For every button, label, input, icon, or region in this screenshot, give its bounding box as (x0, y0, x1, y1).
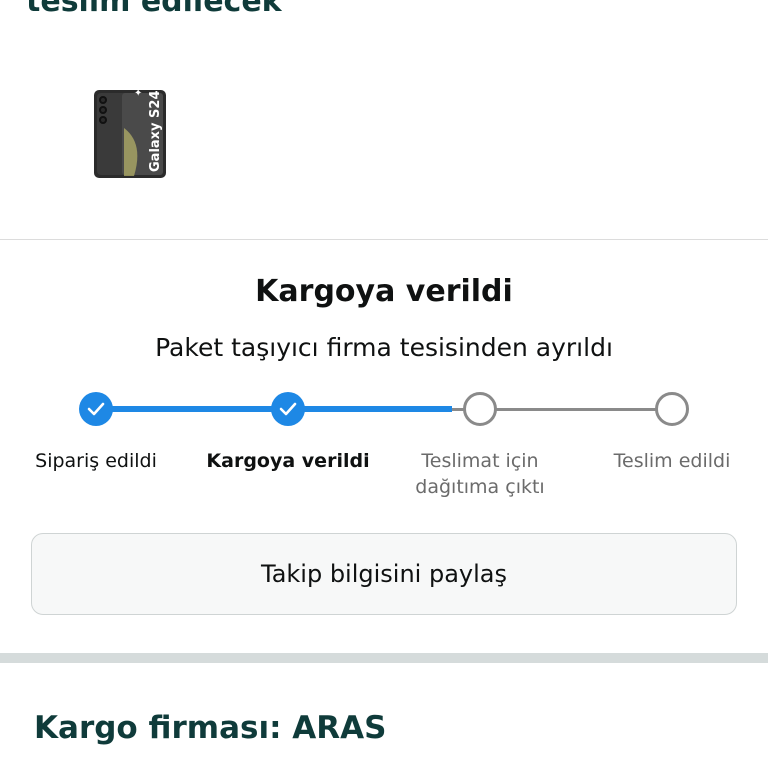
step-label-out-for-delivery: Teslimat için dağıtıma çıktı (415, 450, 545, 498)
device-label: Galaxy S24 (148, 90, 163, 172)
step-dot-delivered (655, 392, 689, 426)
phone-image: ✦ Galaxy S24 (94, 88, 166, 178)
svg-text:✦: ✦ (134, 88, 142, 99)
progress-tracker: Sipariş edildi Kargoya verildi Teslimat … (0, 380, 768, 510)
product-image[interactable]: ✦ Galaxy S24 (94, 88, 166, 178)
shipment-status-title: Kargoya verildi (255, 274, 513, 309)
step-dot-ordered (79, 392, 113, 426)
order-tracking-page: teslim edilecek ✦ Galaxy S24 Kargoya ver… (0, 0, 768, 768)
section-separator (0, 653, 768, 663)
check-icon (279, 402, 297, 416)
share-tracking-label: Takip bilgisini paylaş (261, 560, 507, 588)
check-icon (87, 402, 105, 416)
share-tracking-button[interactable]: Takip bilgisini paylaş (31, 533, 737, 615)
step-dot-shipped (271, 392, 305, 426)
shipment-status-subtitle: Paket taşıyıcı firma tesisinden ayrıldı (155, 333, 613, 362)
section-divider (0, 239, 768, 240)
step-label-delivered: Teslim edildi (613, 450, 731, 472)
delivery-heading: teslim edilecek (26, 0, 282, 19)
step-label-shipped: Kargoya verildi (206, 450, 370, 472)
step-dot-out-for-delivery (463, 392, 497, 426)
step-label-ordered: Sipariş edildi (35, 450, 157, 472)
carrier-heading: Kargo firması: ARAS (34, 710, 387, 746)
